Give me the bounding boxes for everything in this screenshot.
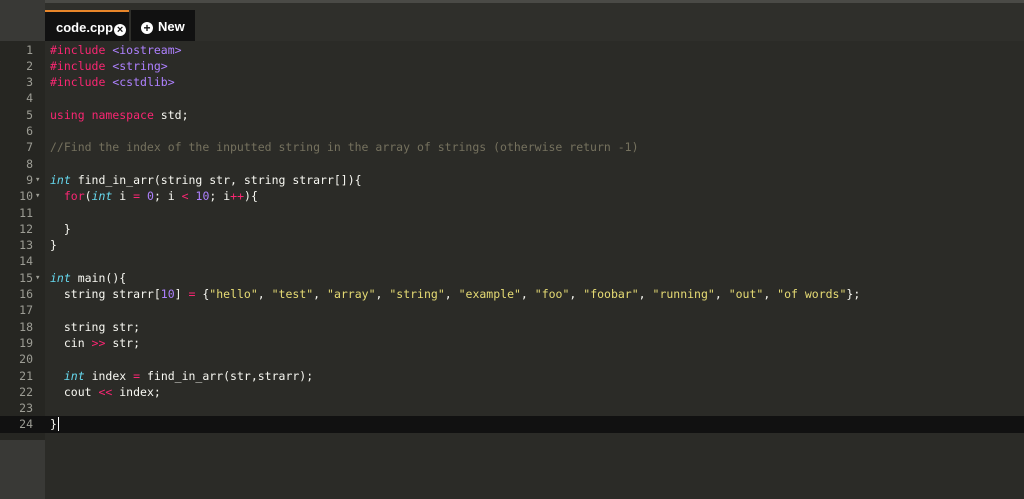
code-text: //Find the index of the inputted string … [50,140,639,155]
code-line[interactable]: 5 using namespace std; [0,107,1024,123]
editor-empty-area [45,440,1024,499]
code-line[interactable]: 16 string strarr[10] = {"hello", "test",… [0,286,1024,302]
code-text: int index = find_in_arr(str,strarr); [63,368,314,383]
line-number: 15 [19,270,33,285]
line-number: 11 [19,205,33,220]
code-line[interactable]: 17 [0,302,1024,318]
fold-arrow-icon[interactable]: ▾ [35,172,40,188]
line-number: 14 [19,254,33,269]
code-line[interactable]: 23 [0,400,1024,416]
line-number: 4 [26,91,33,106]
code-line[interactable]: 2 #include <string> [0,58,1024,74]
line-number: 12 [19,221,33,236]
close-icon[interactable]: × [114,24,127,36]
new-tab-button[interactable]: + New [131,10,195,44]
line-number: 16 [19,287,33,301]
code-line[interactable]: 15 ▾ int main(){ [0,270,1024,286]
code-text: #include <cstdlib> [50,75,175,90]
line-number: 10 [19,189,33,204]
tab-bar: code.cpp × + New [45,3,1024,44]
line-number: 21 [19,368,33,383]
tab-label: code.cpp [56,20,114,35]
line-number: 20 [19,352,33,367]
code-line[interactable]: 8 [0,156,1024,172]
code-text: int find_in_arr(string str, string strar… [50,172,362,187]
line-number: 2 [26,58,33,73]
line-number: 22 [19,384,33,399]
code-line[interactable]: 21 int index = find_in_arr(str,strarr); [0,368,1024,384]
code-line[interactable]: 19 cin >> str; [0,335,1024,351]
code-line[interactable]: 6 [0,123,1024,139]
code-editor-app: code.cpp × + New 1 #include <iostream> 2 #inc… [0,0,1024,499]
code-text: string strarr[10] = {"hello", "test", "a… [50,287,861,301]
code-line[interactable]: 20 [0,351,1024,367]
code-line[interactable]: 18 string str; [0,319,1024,335]
code-text: #include <iostream> [50,42,182,57]
code-line[interactable]: 10 ▾ for(int i = 0; i < 10; i++){ [0,188,1024,204]
code-line[interactable]: 14 [0,253,1024,269]
code-text: using namespace std; [50,107,189,122]
code-line[interactable]: 4 [0,90,1024,106]
code-text: } [50,221,71,236]
tab-code-cpp[interactable]: code.cpp × [45,10,129,44]
text-cursor [57,417,59,432]
code-text: cin >> str; [50,335,141,350]
code-line[interactable]: 1 #include <iostream> [0,42,1024,58]
code-text: } [50,417,59,432]
line-number: 17 [19,303,33,318]
code-line[interactable]: 7 //Find the index of the inputted string… [0,139,1024,155]
line-number: 7 [26,140,33,155]
line-number: 3 [26,75,33,90]
line-number: 1 [26,42,33,57]
line-number: 23 [19,401,33,416]
code-line[interactable]: 11 [0,205,1024,221]
line-number: 18 [19,319,33,334]
plus-icon: + [141,22,153,34]
new-tab-label: New [158,19,185,34]
code-text: cout << index; [50,384,161,399]
code-text: string str; [50,319,141,334]
line-number: 8 [26,156,33,171]
line-number: 24 [19,417,33,432]
line-number: 9 [26,172,33,187]
code-line[interactable]: 9 ▾ int find_in_arr(string str, string str… [0,172,1024,188]
line-number: 6 [26,124,33,138]
fold-arrow-icon[interactable]: ▾ [35,188,40,204]
code-line[interactable]: 24} [0,416,1024,433]
fold-arrow-icon[interactable]: ▾ [35,270,40,286]
code-text: #include <string> [50,58,168,73]
line-number: 13 [19,238,33,253]
code-line[interactable]: 12 } [0,221,1024,237]
code-text: int main(){ [50,270,127,285]
code-text: for(int i = 0; i < 10; i++){ [63,189,258,204]
code-line[interactable]: 22 cout << index; [0,384,1024,400]
code-text: } [50,238,57,253]
code-line[interactable]: 13} [0,237,1024,253]
code-line[interactable]: 3 #include <cstdlib> [0,74,1024,90]
line-number: 5 [26,107,33,122]
line-number: 19 [19,335,33,350]
